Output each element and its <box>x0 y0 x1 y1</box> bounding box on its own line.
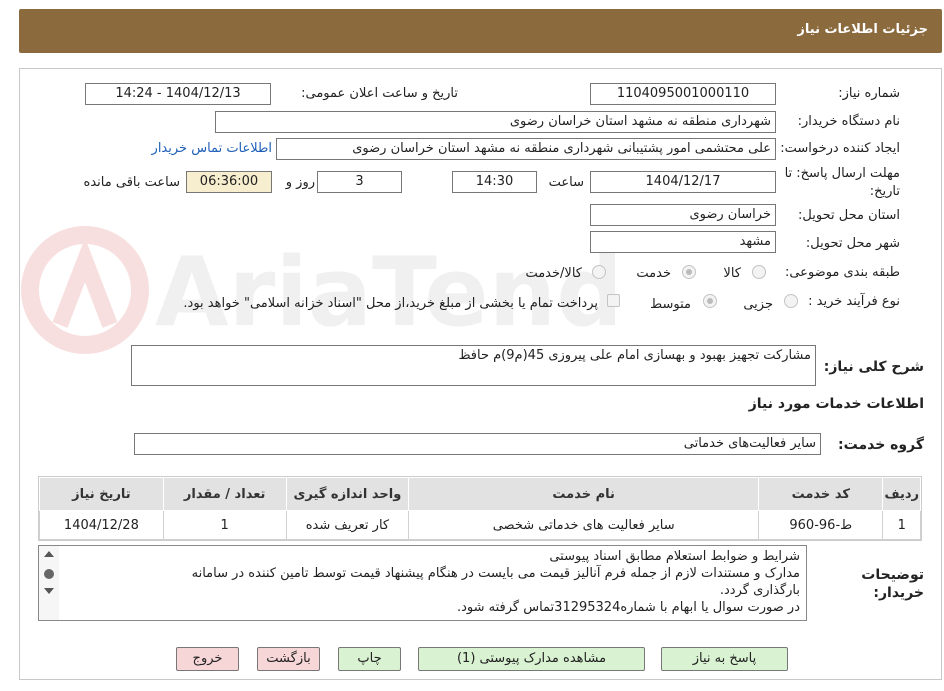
col-header-unit: واحد اندازه گیری <box>285 477 410 511</box>
table-row[interactable]: 1 ط-96-960 سایر فعالیت های خدماتی شخصی ک… <box>39 510 921 540</box>
category-goods-radio[interactable] <box>752 265 766 279</box>
scroll-down-icon[interactable] <box>44 588 54 594</box>
process-medium-radio[interactable] <box>703 294 717 308</box>
page-title: جزئیات اطلاعات نیاز <box>797 22 928 37</box>
province-field[interactable]: خراسان رضوی <box>590 204 776 226</box>
table-header-row: ردیف کد خدمت نام خدمت واحد اندازه گیری ت… <box>39 477 921 511</box>
deadline-label: مهلت ارسال پاسخ: تا <box>784 166 900 181</box>
city-label: شهر محل تحویل: <box>805 236 900 251</box>
cell-need-date: 1404/12/28 <box>39 510 164 540</box>
cell-unit: کار تعریف شده <box>285 510 410 540</box>
buyer-notes-label: توضیحات <box>861 567 924 583</box>
category-goods-label: کالا <box>723 266 741 281</box>
scroll-up-icon[interactable] <box>44 551 54 557</box>
process-label: نوع فرآیند خرید : <box>808 294 900 309</box>
col-header-service-code: کد خدمت <box>758 477 884 511</box>
cell-service-code: ط-96-960 <box>758 510 884 540</box>
notes-line: مدارک و مستندات لازم از جمله فرم آنالیز … <box>191 566 800 581</box>
buyer-notes-label-2: خریدار: <box>873 585 924 601</box>
col-header-need-date: تاریخ نیاز <box>39 477 164 511</box>
cell-row-number: 1 <box>882 510 921 540</box>
notes-line: بارگذاری گردد. <box>719 583 800 598</box>
services-table: ردیف کد خدمت نام خدمت واحد اندازه گیری ت… <box>38 476 922 541</box>
buyer-org-field[interactable]: شهرداری منطقه نه مشهد استان خراسان رضوی <box>215 111 776 133</box>
col-header-row-number: ردیف <box>882 477 921 511</box>
notes-line: شرایط و ضوابط استعلام مطابق اسناد پیوستی <box>549 549 800 564</box>
notes-scrollbar[interactable] <box>39 546 59 620</box>
view-attachments-button[interactable]: مشاهده مدارک پیوستی (1) <box>418 647 645 671</box>
process-small-radio[interactable] <box>784 294 798 308</box>
days-label: روز و <box>285 175 315 190</box>
process-medium-label: متوسط <box>650 297 691 312</box>
summary-field[interactable]: مشارکت تجهیز بهبود و بهسازی امام علی پیر… <box>131 345 816 386</box>
category-service-radio[interactable] <box>682 265 696 279</box>
svg-text:AriaTender: AriaTender <box>155 238 615 348</box>
cell-service-name: سایر فعالیت های خدماتی شخصی <box>408 510 760 540</box>
summary-label: شرح کلی نیاز: <box>823 359 924 375</box>
need-number-label: شماره نیاز: <box>838 86 900 101</box>
back-button[interactable]: بازگشت <box>257 647 320 671</box>
province-label: استان محل تحویل: <box>798 208 900 223</box>
remaining-time-field: 06:36:00 <box>186 171 272 193</box>
col-header-service-name: نام خدمت <box>408 477 760 511</box>
time-label: ساعت <box>548 175 584 190</box>
category-label: طبقه بندی موضوعی: <box>784 265 900 280</box>
scroll-thumb-icon[interactable] <box>44 569 54 579</box>
announce-label: تاریخ و ساعت اعلان عمومی: <box>301 86 458 101</box>
treasury-checkbox[interactable] <box>607 294 620 307</box>
creator-label: ایجاد کننده درخواست: <box>780 141 900 156</box>
days-field[interactable]: 3 <box>317 171 402 193</box>
category-both-label: کالا/خدمت <box>525 266 582 281</box>
process-small-label: جزیی <box>743 297 773 312</box>
watermark-logo: AriaTender <box>21 226 615 354</box>
announce-field[interactable]: 1404/12/13 - 14:24 <box>85 83 271 105</box>
category-both-radio[interactable] <box>592 265 606 279</box>
reply-button[interactable]: پاسخ به نیاز <box>661 647 788 671</box>
buyer-notes-field[interactable]: شرایط و ضوابط استعلام مطابق اسناد پیوستی… <box>38 545 807 621</box>
category-service-label: خدمت <box>636 266 671 281</box>
service-group-label: گروه خدمت: <box>838 437 924 453</box>
page-header: جزئیات اطلاعات نیاز <box>19 9 942 53</box>
col-header-quantity: تعداد / مقدار <box>162 477 287 511</box>
deadline-date-field[interactable]: 1404/12/17 <box>590 171 776 193</box>
payment-note: پرداخت تمام یا بخشی از مبلغ خرید،از محل … <box>183 296 598 311</box>
exit-button[interactable]: خروج <box>176 647 239 671</box>
deadline-time-field[interactable]: 14:30 <box>452 171 537 193</box>
deadline-label-2: تاریخ: <box>869 184 900 199</box>
contact-info-link[interactable]: اطلاعات تماس خریدار <box>152 141 272 156</box>
service-group-field[interactable]: سایر فعالیت‌های خدماتی <box>134 433 821 455</box>
cell-quantity: 1 <box>162 510 287 540</box>
print-button[interactable]: چاپ <box>338 647 401 671</box>
need-number-field[interactable]: 1104095001000110 <box>590 83 776 105</box>
services-heading: اطلاعات خدمات مورد نیاز <box>748 396 924 412</box>
city-field[interactable]: مشهد <box>590 231 776 253</box>
buyer-org-label: نام دستگاه خریدار: <box>797 114 900 129</box>
notes-line: در صورت سوال یا ابهام با شماره31295324تم… <box>456 600 800 615</box>
creator-field[interactable]: علی محتشمی امور پشتیبانی شهرداری منطقه ن… <box>276 138 776 160</box>
remaining-label: ساعت باقی مانده <box>83 175 180 190</box>
